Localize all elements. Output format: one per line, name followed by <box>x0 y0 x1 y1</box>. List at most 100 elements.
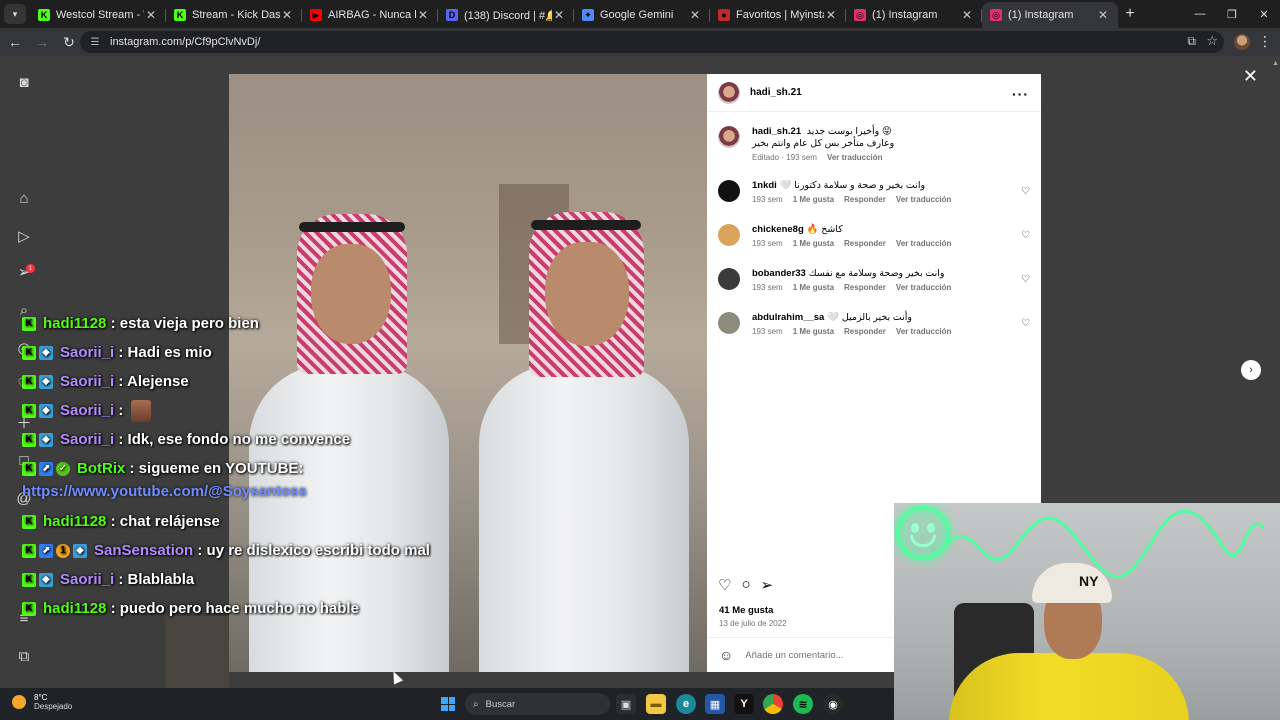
store-icon[interactable]: ▦ <box>705 694 725 714</box>
chat-link[interactable]: https://www.youtube.com/@Soysantoss <box>22 483 462 507</box>
comment-likes[interactable]: 1 Me gusta <box>793 283 834 292</box>
commenter-avatar[interactable] <box>718 180 740 202</box>
translate-link[interactable]: Ver traducción <box>896 283 952 292</box>
reply-button[interactable]: Responder <box>844 239 886 248</box>
instagram-logo-icon[interactable]: ◙ <box>16 74 32 91</box>
chat-username[interactable]: Saorii_i <box>60 431 114 448</box>
yandex-app-icon[interactable]: Y <box>734 694 754 714</box>
chat-username[interactable]: Saorii_i <box>60 373 114 390</box>
bookmark-star-icon[interactable]: ☆ <box>1206 33 1218 49</box>
back-button[interactable]: ← <box>3 30 27 54</box>
close-modal-icon[interactable]: ✕ <box>1243 66 1258 87</box>
caption-avatar[interactable] <box>718 126 740 148</box>
task-view-icon[interactable]: ▣ <box>616 694 636 714</box>
author-avatar[interactable] <box>718 81 740 104</box>
comment-like-heart-icon[interactable]: ♡ <box>1021 274 1030 285</box>
comment-time: 193 sem <box>752 283 783 292</box>
chat-username[interactable]: hadi1128 <box>43 513 106 530</box>
like-heart-icon[interactable]: ♡ <box>718 576 731 594</box>
close-tab-icon[interactable]: ✕ <box>824 8 838 22</box>
tab-search-button[interactable]: ▾ <box>4 4 26 24</box>
close-tab-icon[interactable]: ✕ <box>416 8 430 22</box>
scroll-up-arrow-icon[interactable]: ▲ <box>1272 60 1279 67</box>
reply-button[interactable]: Responder <box>844 327 886 336</box>
browser-tab[interactable]: ✦ Google Gemini ✕ <box>574 2 710 28</box>
browser-tab[interactable]: D (138) Discord | #🔔 | n✕ <box>438 2 574 28</box>
address-bar[interactable]: ☰ instagram.com/p/Cf9pClvNvDj/ <box>80 31 1224 53</box>
share-send-icon[interactable]: ➢ <box>761 576 774 594</box>
caption-username[interactable]: hadi_sh.21 <box>752 126 801 137</box>
chat-username[interactable]: hadi1128 <box>43 600 106 617</box>
comment-likes[interactable]: 1 Me gusta <box>793 195 834 204</box>
spotify-icon[interactable]: ≋ <box>793 694 813 714</box>
caption-translate-link[interactable]: Ver traducción <box>827 153 883 162</box>
close-tab-icon[interactable]: ✕ <box>552 8 566 22</box>
author-username[interactable]: hadi_sh.21 <box>750 87 802 98</box>
home-icon[interactable]: ⌂ <box>16 190 32 207</box>
commenter-username[interactable]: chickene8g <box>752 224 804 235</box>
commenter-avatar[interactable] <box>718 268 740 290</box>
chat-username[interactable]: hadi1128 <box>43 315 106 332</box>
comment-like-heart-icon[interactable]: ♡ <box>1021 230 1030 241</box>
install-app-icon[interactable]: ⧉ <box>1187 34 1196 49</box>
translate-link[interactable]: Ver traducción <box>896 327 952 336</box>
comment-bubble-icon[interactable]: ○ <box>741 576 750 594</box>
translate-link[interactable]: Ver traducción <box>896 239 952 248</box>
emoji-picker-icon[interactable]: ☺ <box>719 647 733 663</box>
minimize-button[interactable]: — <box>1184 0 1216 28</box>
weather-widget[interactable]: 8°C Despejado <box>12 693 72 711</box>
chat-username[interactable]: BotRix <box>77 460 125 477</box>
browser-tab[interactable]: ● Favoritos | Myinstants✕ <box>710 2 846 28</box>
windows-start-icon[interactable] <box>441 697 455 711</box>
close-tab-icon[interactable]: ✕ <box>1096 8 1110 22</box>
close-window-button[interactable]: ✕ <box>1248 0 1280 28</box>
chat-username[interactable]: Saorii_i <box>60 402 114 419</box>
profile-avatar[interactable] <box>1234 34 1250 50</box>
comment-like-heart-icon[interactable]: ♡ <box>1021 186 1030 197</box>
browser-menu-icon[interactable]: ⋮ <box>1258 33 1272 50</box>
subscriber-badge-icon: ◆ <box>39 572 53 587</box>
site-info-icon[interactable]: ☰ <box>88 35 102 49</box>
comment-time: 193 sem <box>752 327 783 336</box>
chat-username[interactable]: Saorii_i <box>60 571 114 588</box>
comment-likes[interactable]: 1 Me gusta <box>793 239 834 248</box>
translate-link[interactable]: Ver traducción <box>896 195 952 204</box>
reply-button[interactable]: Responder <box>844 283 886 292</box>
browser-tab[interactable]: ◎ (1) Instagram ✕ <box>846 2 982 28</box>
edge-browser-icon[interactable]: e <box>676 694 696 714</box>
browser-tab[interactable]: K Stream - Kick Dashboard✕ <box>166 2 302 28</box>
tab-favicon-icon: ◎ <box>854 9 866 21</box>
also-from-meta-icon[interactable]: ⧉ <box>16 648 32 665</box>
commenter-username[interactable]: 1nkdi <box>752 180 777 191</box>
commenter-avatar[interactable] <box>718 312 740 334</box>
comment-likes[interactable]: 1 Me gusta <box>793 327 834 336</box>
taskbar-search[interactable]: ⌕ Buscar <box>465 693 610 715</box>
weather-description: Despejado <box>34 702 73 711</box>
obs-icon[interactable]: ◉ <box>823 694 843 714</box>
chat-username[interactable]: Saorii_i <box>60 344 114 361</box>
browser-tab[interactable]: ◎ (1) Instagram ✕ <box>982 2 1118 28</box>
browser-tab[interactable]: K Westcol Stream - Watch L✕ <box>30 2 166 28</box>
chat-username[interactable]: SanSensation <box>94 542 193 559</box>
chrome-icon[interactable] <box>763 694 783 714</box>
browser-tab[interactable]: ▶ AIRBAG - Nunca lo olvide✕ <box>302 2 438 28</box>
close-tab-icon[interactable]: ✕ <box>688 8 702 22</box>
new-tab-button[interactable]: + <box>1118 2 1142 26</box>
forward-button[interactable]: → <box>30 30 54 54</box>
comment-like-heart-icon[interactable]: ♡ <box>1021 318 1030 329</box>
add-comment-input[interactable]: Añade un comentario... <box>745 650 843 661</box>
file-explorer-icon[interactable]: ▬ <box>646 694 666 714</box>
commenter-username[interactable]: abdulrahim__sa <box>752 312 824 323</box>
next-post-chevron-icon[interactable]: › <box>1241 360 1261 380</box>
reply-button[interactable]: Responder <box>844 195 886 204</box>
maximize-button[interactable]: ❐ <box>1216 0 1248 28</box>
reels-icon[interactable]: ▷ <box>16 228 32 245</box>
like-count[interactable]: 41 Me gusta <box>719 605 773 616</box>
reload-button[interactable]: ↻ <box>57 30 81 54</box>
commenter-avatar[interactable] <box>718 224 740 246</box>
close-tab-icon[interactable]: ✕ <box>144 8 158 22</box>
post-options-icon[interactable]: ··· <box>1012 86 1029 102</box>
commenter-username[interactable]: bobander33 <box>752 268 806 279</box>
close-tab-icon[interactable]: ✕ <box>280 8 294 22</box>
close-tab-icon[interactable]: ✕ <box>960 8 974 22</box>
